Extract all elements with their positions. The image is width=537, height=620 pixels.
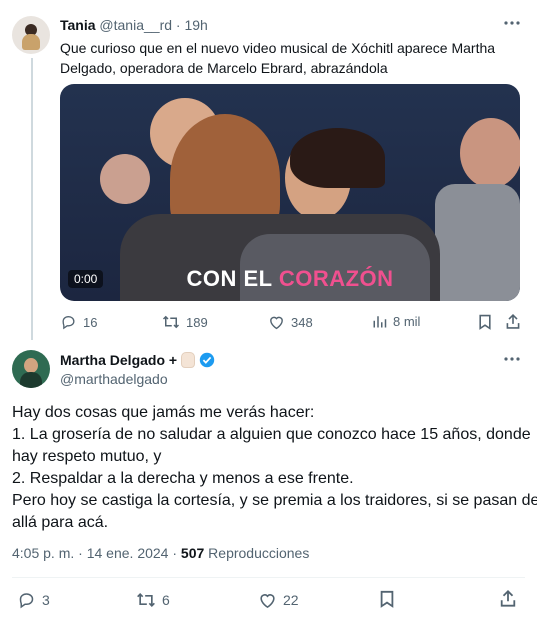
tweet-text-line: 2. Respaldar a la derecha y menos a ese … [12,470,354,487]
tweet-text-line: Pero hoy se castiga la cortesía, y se pr… [12,492,537,509]
caption-pink: CORAZÓN [278,266,394,291]
tweet-text-line: allá para acá. [12,514,109,531]
author-handle[interactable]: @marthadelgado [60,371,168,387]
like-button[interactable]: 22 [258,591,299,609]
repost-count: 189 [186,314,208,330]
view-count: 8 mil [393,314,421,329]
avatar-tania[interactable] [12,16,50,54]
repost-count: 6 [162,592,170,608]
repost-button[interactable]: 6 [136,591,170,609]
views-button[interactable]: 8 mil [372,314,420,329]
tweet1-text: Que curioso que en el nuevo video musica… [60,38,495,78]
divider [12,577,525,578]
like-button[interactable]: 348 [268,314,313,330]
author-handle[interactable]: @tania__rd [99,17,172,33]
views-count: 507 [180,545,205,561]
dot-separator: · [175,17,181,33]
views-label: Reproducciones [208,545,310,561]
like-count: 22 [283,592,299,608]
share-icon[interactable] [505,313,521,330]
video-player[interactable]: CON EL CORAZÓN 0:00 [60,84,520,301]
heart-icon [268,314,285,330]
thread-line [31,58,33,340]
tweet-text-line: Hay dos cosas que jamás me verás hacer: [12,404,315,421]
dot-separator: · [78,545,83,561]
tweet-time[interactable]: 19h [184,17,207,33]
tweet-time[interactable]: 4:05 p. m. [12,545,74,561]
dot-separator: · [172,545,178,561]
reply-count: 16 [83,314,98,330]
tweet-date[interactable]: 14 ene. 2024 [87,545,169,561]
repost-icon [136,591,156,609]
tweet2-text: Hay dos cosas que jamás me verás hacer: … [12,402,537,534]
avatar-martha[interactable] [12,350,50,388]
verified-badge-icon [199,352,215,368]
reply-icon [60,314,77,330]
bookmark-icon[interactable] [379,590,395,608]
reply-count: 3 [42,592,50,608]
heart-icon [258,591,277,609]
like-count: 348 [291,314,313,330]
more-options-icon[interactable] [503,20,521,26]
bookmark-icon[interactable] [478,314,492,330]
reply-button[interactable]: 16 [60,314,97,330]
tweet-text-line: Que curioso que en el nuevo video musica… [60,40,496,56]
tweet2-header: Martha Delgado + [60,352,215,368]
tweet1-header: Tania @tania__rd · 19h [60,17,208,33]
reply-button[interactable]: 3 [17,591,50,609]
video-caption: CON EL CORAZÓN [60,266,520,292]
repost-icon [162,314,180,330]
tweet-text-line: 1. La grosería de no saludar a alguien q… [12,426,531,443]
tweet-text-line: hay respeto mutuo, y [12,448,162,465]
video-timestamp: 0:00 [68,270,104,288]
author-name[interactable]: Martha Delgado + [60,352,177,368]
tweet-text-line: Delgado, operadora de Marcelo Ebrard, ab… [60,60,388,76]
reply-icon [17,591,36,609]
author-name[interactable]: Tania [60,17,96,33]
tweet-meta: 4:05 p. m. · 14 ene. 2024 · 507 Reproduc… [12,545,309,561]
views-icon [372,314,387,329]
repost-button[interactable]: 189 [162,314,208,330]
share-icon[interactable] [499,589,517,608]
caption-white: CON EL [186,266,273,291]
hand-emoji-icon [181,352,196,368]
more-options-icon[interactable] [503,356,521,362]
